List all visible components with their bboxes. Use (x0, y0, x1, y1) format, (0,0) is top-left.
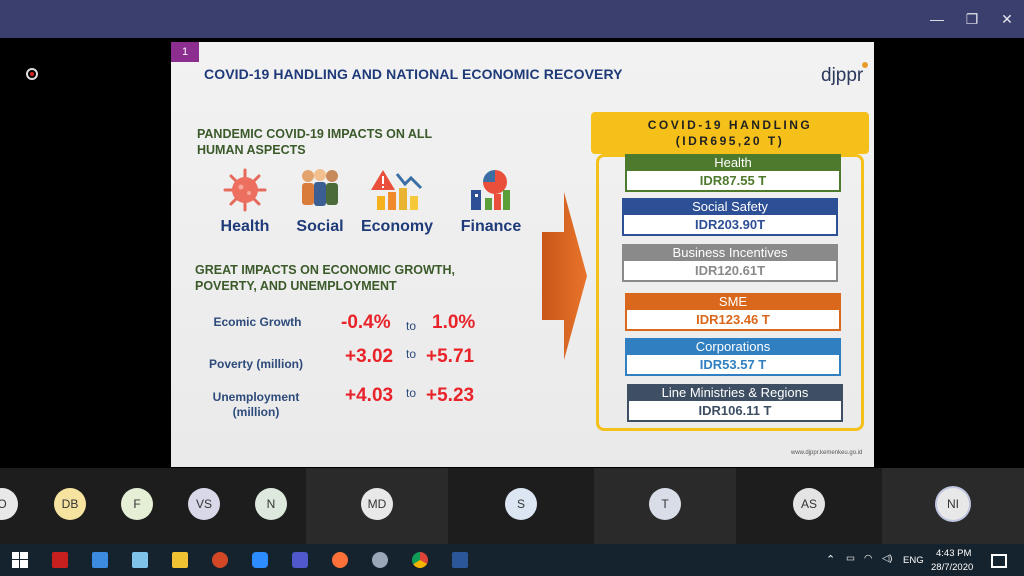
participant-avatar[interactable]: MD (361, 488, 393, 520)
item-amount: IDR203.90T (622, 215, 838, 236)
virus-icon (221, 166, 269, 214)
poverty-label: Poverty (million) (201, 357, 311, 372)
firefox-icon[interactable] (332, 552, 348, 568)
participant-avatar[interactable]: O (0, 488, 18, 520)
acrobat-icon[interactable] (52, 552, 68, 568)
item-amount: IDR53.57 T (625, 355, 841, 376)
economy-chart-icon (369, 166, 425, 214)
handling-item-line-ministries: Line Ministries & Regions IDR106.11 T (627, 384, 843, 422)
growth-to-value: 1.0% (432, 312, 476, 333)
row-label-text: Ecomic Growth (213, 315, 302, 329)
heading-line: GREAT IMPACTS ON ECONOMIC GROWTH, (195, 263, 455, 277)
clock-time[interactable]: 4:43 PM (936, 548, 971, 559)
participant-avatar[interactable]: DB (54, 488, 86, 520)
clock-date[interactable]: 28/7/2020 (931, 562, 973, 573)
heading-line: PANDEMIC COVID-19 IMPACTS ON ALL (197, 127, 433, 141)
close-button[interactable]: ✕ (996, 8, 1018, 30)
unemployment-from-value: +4.03 (345, 385, 394, 406)
language-indicator[interactable]: ENG (903, 555, 924, 566)
item-label: Line Ministries & Regions (627, 384, 843, 401)
handling-item-sme: SME IDR123.46 T (625, 293, 841, 331)
participant-avatar[interactable]: VS (188, 488, 220, 520)
poverty-to-value: +5.71 (426, 346, 475, 367)
window-titlebar: — ❐ ✕ (0, 0, 1024, 38)
brand-dot-icon (862, 62, 868, 68)
teams-icon[interactable] (292, 552, 308, 568)
section-heading-impacts: PANDEMIC COVID-19 IMPACTS ON ALL HUMAN A… (197, 126, 432, 158)
volume-icon[interactable]: ◁) (882, 553, 892, 564)
participants-strip: O DB F VS N MD S T AS NI (0, 468, 1024, 544)
powerpoint-icon[interactable] (212, 552, 228, 568)
covid-handling-header: COVID-19 HANDLING (IDR695,20 T) (591, 112, 869, 154)
zoom-icon[interactable] (252, 552, 268, 568)
battery-icon[interactable]: ▭ (846, 553, 855, 564)
impact-label: Finance (460, 218, 522, 235)
participant-avatar[interactable]: S (505, 488, 537, 520)
word-icon[interactable] (452, 552, 468, 568)
recording-indicator-icon (26, 68, 38, 80)
handling-item-health: Health IDR87.55 T (625, 154, 841, 192)
impact-economy: Economy (357, 166, 437, 236)
store-icon[interactable] (92, 552, 108, 568)
participant-avatar[interactable]: F (121, 488, 153, 520)
windows-taskbar: ⌃ ▭ ◠ ◁) ENG 4:43 PM 28/7/2020 (0, 544, 1024, 576)
right-arrow-icon (542, 192, 587, 360)
handling-title: COVID-19 HANDLING (647, 118, 813, 132)
heading-line: POVERTY, AND UNEMPLOYMENT (195, 279, 397, 293)
row-label-text: (million) (232, 405, 280, 419)
unemployment-to-value: +5.23 (426, 385, 475, 406)
impact-finance: Finance (451, 166, 531, 236)
item-amount: IDR120.61T (622, 261, 838, 282)
item-amount: IDR123.46 T (625, 310, 841, 331)
growth-label: Ecomic Growth (205, 315, 310, 330)
brand-logo: djppr (821, 65, 864, 86)
participant-avatar[interactable]: AS (793, 488, 825, 520)
row-label-text: Unemployment (212, 390, 300, 404)
item-label: Business Incentives (622, 244, 838, 261)
item-label: SME (625, 293, 841, 310)
item-amount: IDR106.11 T (627, 401, 843, 422)
item-label: Corporations (625, 338, 841, 355)
unemployment-label: Unemployment (million) (201, 390, 311, 420)
people-icon (296, 166, 344, 214)
restore-button[interactable]: ❐ (961, 8, 983, 30)
impact-label: Health (220, 218, 270, 235)
item-label: Social Safety (622, 198, 838, 215)
file-explorer-icon[interactable] (172, 552, 188, 568)
chrome-icon[interactable] (412, 552, 428, 568)
handling-item-social-safety: Social Safety IDR203.90T (622, 198, 838, 236)
handling-item-business-incentives: Business Incentives IDR120.61T (622, 244, 838, 282)
handling-item-corporations: Corporations IDR53.57 T (625, 338, 841, 376)
slide-url: www.djppr.kemenkeu.go.id (791, 450, 863, 456)
windows-start-icon[interactable] (12, 552, 28, 568)
impact-social: Social (280, 166, 360, 236)
minimize-button[interactable]: — (926, 8, 948, 30)
wifi-icon[interactable]: ◠ (864, 553, 872, 564)
handling-total: (IDR695,20 T) (675, 134, 785, 148)
impact-health: Health (205, 166, 285, 236)
item-amount: IDR87.55 T (625, 171, 841, 192)
section-heading-great-impacts: GREAT IMPACTS ON ECONOMIC GROWTH, POVERT… (195, 262, 455, 294)
growth-to-word: to (406, 319, 417, 333)
poverty-from-value: +3.02 (345, 346, 394, 367)
heading-line: HUMAN ASPECTS (197, 143, 306, 157)
slide-number: 1 (171, 42, 199, 62)
item-label: Health (625, 154, 841, 171)
participant-avatar[interactable]: NI (937, 488, 969, 520)
unemployment-to-word: to (406, 386, 417, 400)
chevron-up-icon[interactable]: ⌃ (826, 553, 835, 566)
impact-label: Economy (360, 218, 433, 235)
participant-avatar[interactable]: T (649, 488, 681, 520)
paint-icon[interactable] (372, 552, 388, 568)
participant-avatar[interactable]: N (255, 488, 287, 520)
poverty-to-word: to (406, 347, 417, 361)
notifications-icon[interactable] (991, 554, 1007, 568)
finance-chart-icon (467, 166, 515, 214)
presentation-slide: 1 COVID-19 HANDLING AND NATIONAL ECONOMI… (171, 42, 874, 467)
slide-title: COVID-19 HANDLING AND NATIONAL ECONOMIC … (204, 66, 623, 82)
growth-from-value: -0.4% (341, 312, 391, 333)
impact-label: Social (296, 218, 344, 235)
row-label-text: Poverty (million) (208, 357, 303, 371)
notes-icon[interactable] (132, 552, 148, 568)
